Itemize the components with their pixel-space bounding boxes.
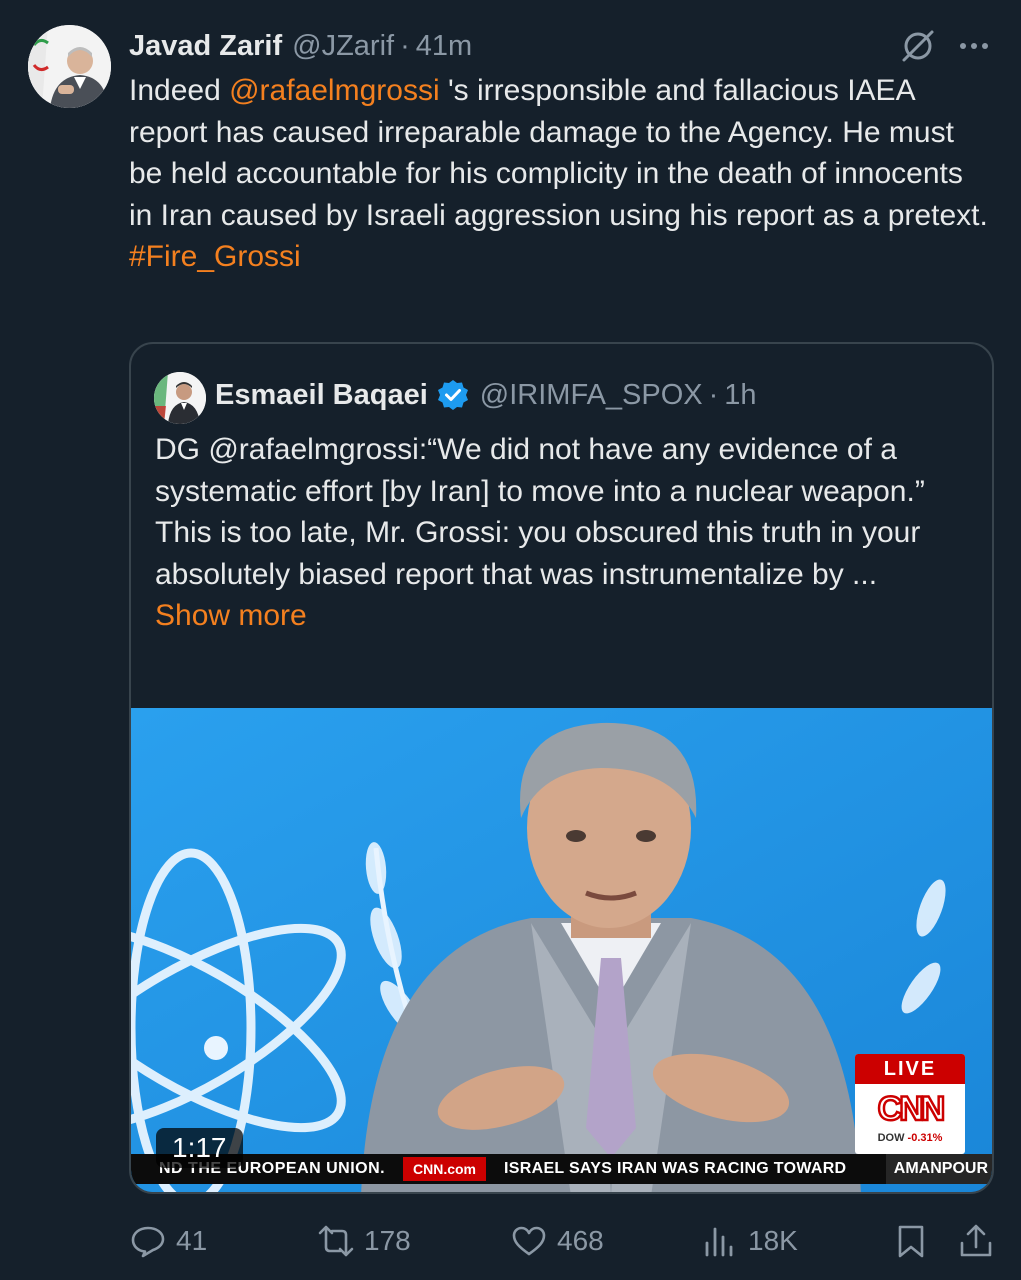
dow-ticker: DOW -0.31% bbox=[855, 1132, 965, 1144]
quoted-author-avatar[interactable] bbox=[154, 372, 206, 424]
repost-icon bbox=[318, 1223, 354, 1259]
share-button[interactable] bbox=[958, 1216, 1004, 1266]
ticker-show-name: AMANPOUR bbox=[885, 1154, 992, 1184]
views-button[interactable]: 18K bbox=[702, 1216, 798, 1266]
bookmark-button[interactable] bbox=[893, 1216, 939, 1266]
quoted-tweet-text: DG @rafaelmgrossi:“We did not have any e… bbox=[155, 429, 975, 637]
ticker-source: CNN.com bbox=[403, 1157, 487, 1181]
author-avatar[interactable] bbox=[28, 25, 111, 108]
tweet-timestamp[interactable]: 41m bbox=[416, 30, 472, 63]
ticker-headline: ISRAEL SAYS IRAN WAS RACING TOWARD bbox=[504, 1160, 847, 1177]
reply-count: 41 bbox=[176, 1225, 208, 1256]
quoted-text-line: DG @rafaelmgrossi:“We did not have any e… bbox=[155, 433, 925, 508]
heart-icon bbox=[511, 1223, 547, 1259]
author-name[interactable]: Javad Zarif bbox=[129, 30, 282, 63]
quoted-tweet[interactable]: Esmaeil Baqaei @IRIMFA_SPOX · 1h DG @raf… bbox=[129, 342, 994, 1194]
share-icon bbox=[958, 1223, 994, 1259]
tweet-header: Javad Zarif @JZarif · 41m bbox=[129, 26, 472, 66]
repost-count: 178 bbox=[364, 1225, 411, 1256]
dow-value: -0.31% bbox=[907, 1132, 943, 1144]
show-more-link[interactable]: Show more bbox=[155, 599, 307, 632]
bookmark-icon bbox=[893, 1223, 929, 1259]
views-chart-icon bbox=[702, 1223, 738, 1259]
quoted-author-name[interactable]: Esmaeil Baqaei bbox=[215, 379, 428, 412]
live-label: LIVE bbox=[855, 1054, 965, 1084]
cnn-logo-icon: CNN bbox=[855, 1084, 965, 1132]
dow-label: DOW bbox=[877, 1132, 905, 1144]
like-count: 468 bbox=[557, 1225, 604, 1256]
video-duration: 1:17 bbox=[156, 1128, 243, 1168]
author-handle[interactable]: @JZarif bbox=[292, 30, 394, 63]
repost-button[interactable]: 178 bbox=[318, 1216, 411, 1266]
tweet-text-part: Indeed bbox=[129, 74, 230, 107]
action-bar: 41 178 468 18K bbox=[0, 1216, 1021, 1266]
quoted-tweet-timestamp[interactable]: 1h bbox=[724, 379, 756, 412]
tweet-text: Indeed @rafaelmgrossi 's irresponsible a… bbox=[129, 70, 989, 278]
tweet[interactable]: Javad Zarif @JZarif · 41m Indeed @rafael… bbox=[0, 0, 1021, 1280]
hashtag-link[interactable]: #Fire_Grossi bbox=[129, 240, 301, 273]
video-player[interactable]: LIVE CNN DOW -0.31% ND THE EUROPEAN UNIO… bbox=[131, 708, 992, 1192]
view-count: 18K bbox=[748, 1225, 798, 1256]
mention-link[interactable]: @rafaelmgrossi bbox=[229, 74, 440, 107]
quoted-author-handle[interactable]: @IRIMFA_SPOX bbox=[480, 379, 703, 412]
news-ticker: ND THE EUROPEAN UNION. CNN.com ISRAEL SA… bbox=[131, 1154, 992, 1184]
verified-badge-icon bbox=[436, 378, 470, 412]
cnn-live-badge: LIVE CNN DOW -0.31% bbox=[855, 1054, 965, 1154]
grok-icon[interactable] bbox=[898, 26, 938, 66]
like-button[interactable]: 468 bbox=[511, 1216, 604, 1266]
more-options-icon[interactable] bbox=[956, 30, 992, 62]
svg-text:CNN: CNN bbox=[878, 1090, 944, 1128]
reply-button[interactable]: 41 bbox=[130, 1216, 207, 1266]
quoted-text-line: This is too late, Mr. Grossi: you obscur… bbox=[155, 516, 921, 591]
quoted-tweet-header: Esmaeil Baqaei @IRIMFA_SPOX · 1h bbox=[215, 374, 757, 416]
separator: · bbox=[708, 378, 719, 411]
reply-icon bbox=[130, 1223, 166, 1259]
separator: · bbox=[400, 29, 410, 62]
